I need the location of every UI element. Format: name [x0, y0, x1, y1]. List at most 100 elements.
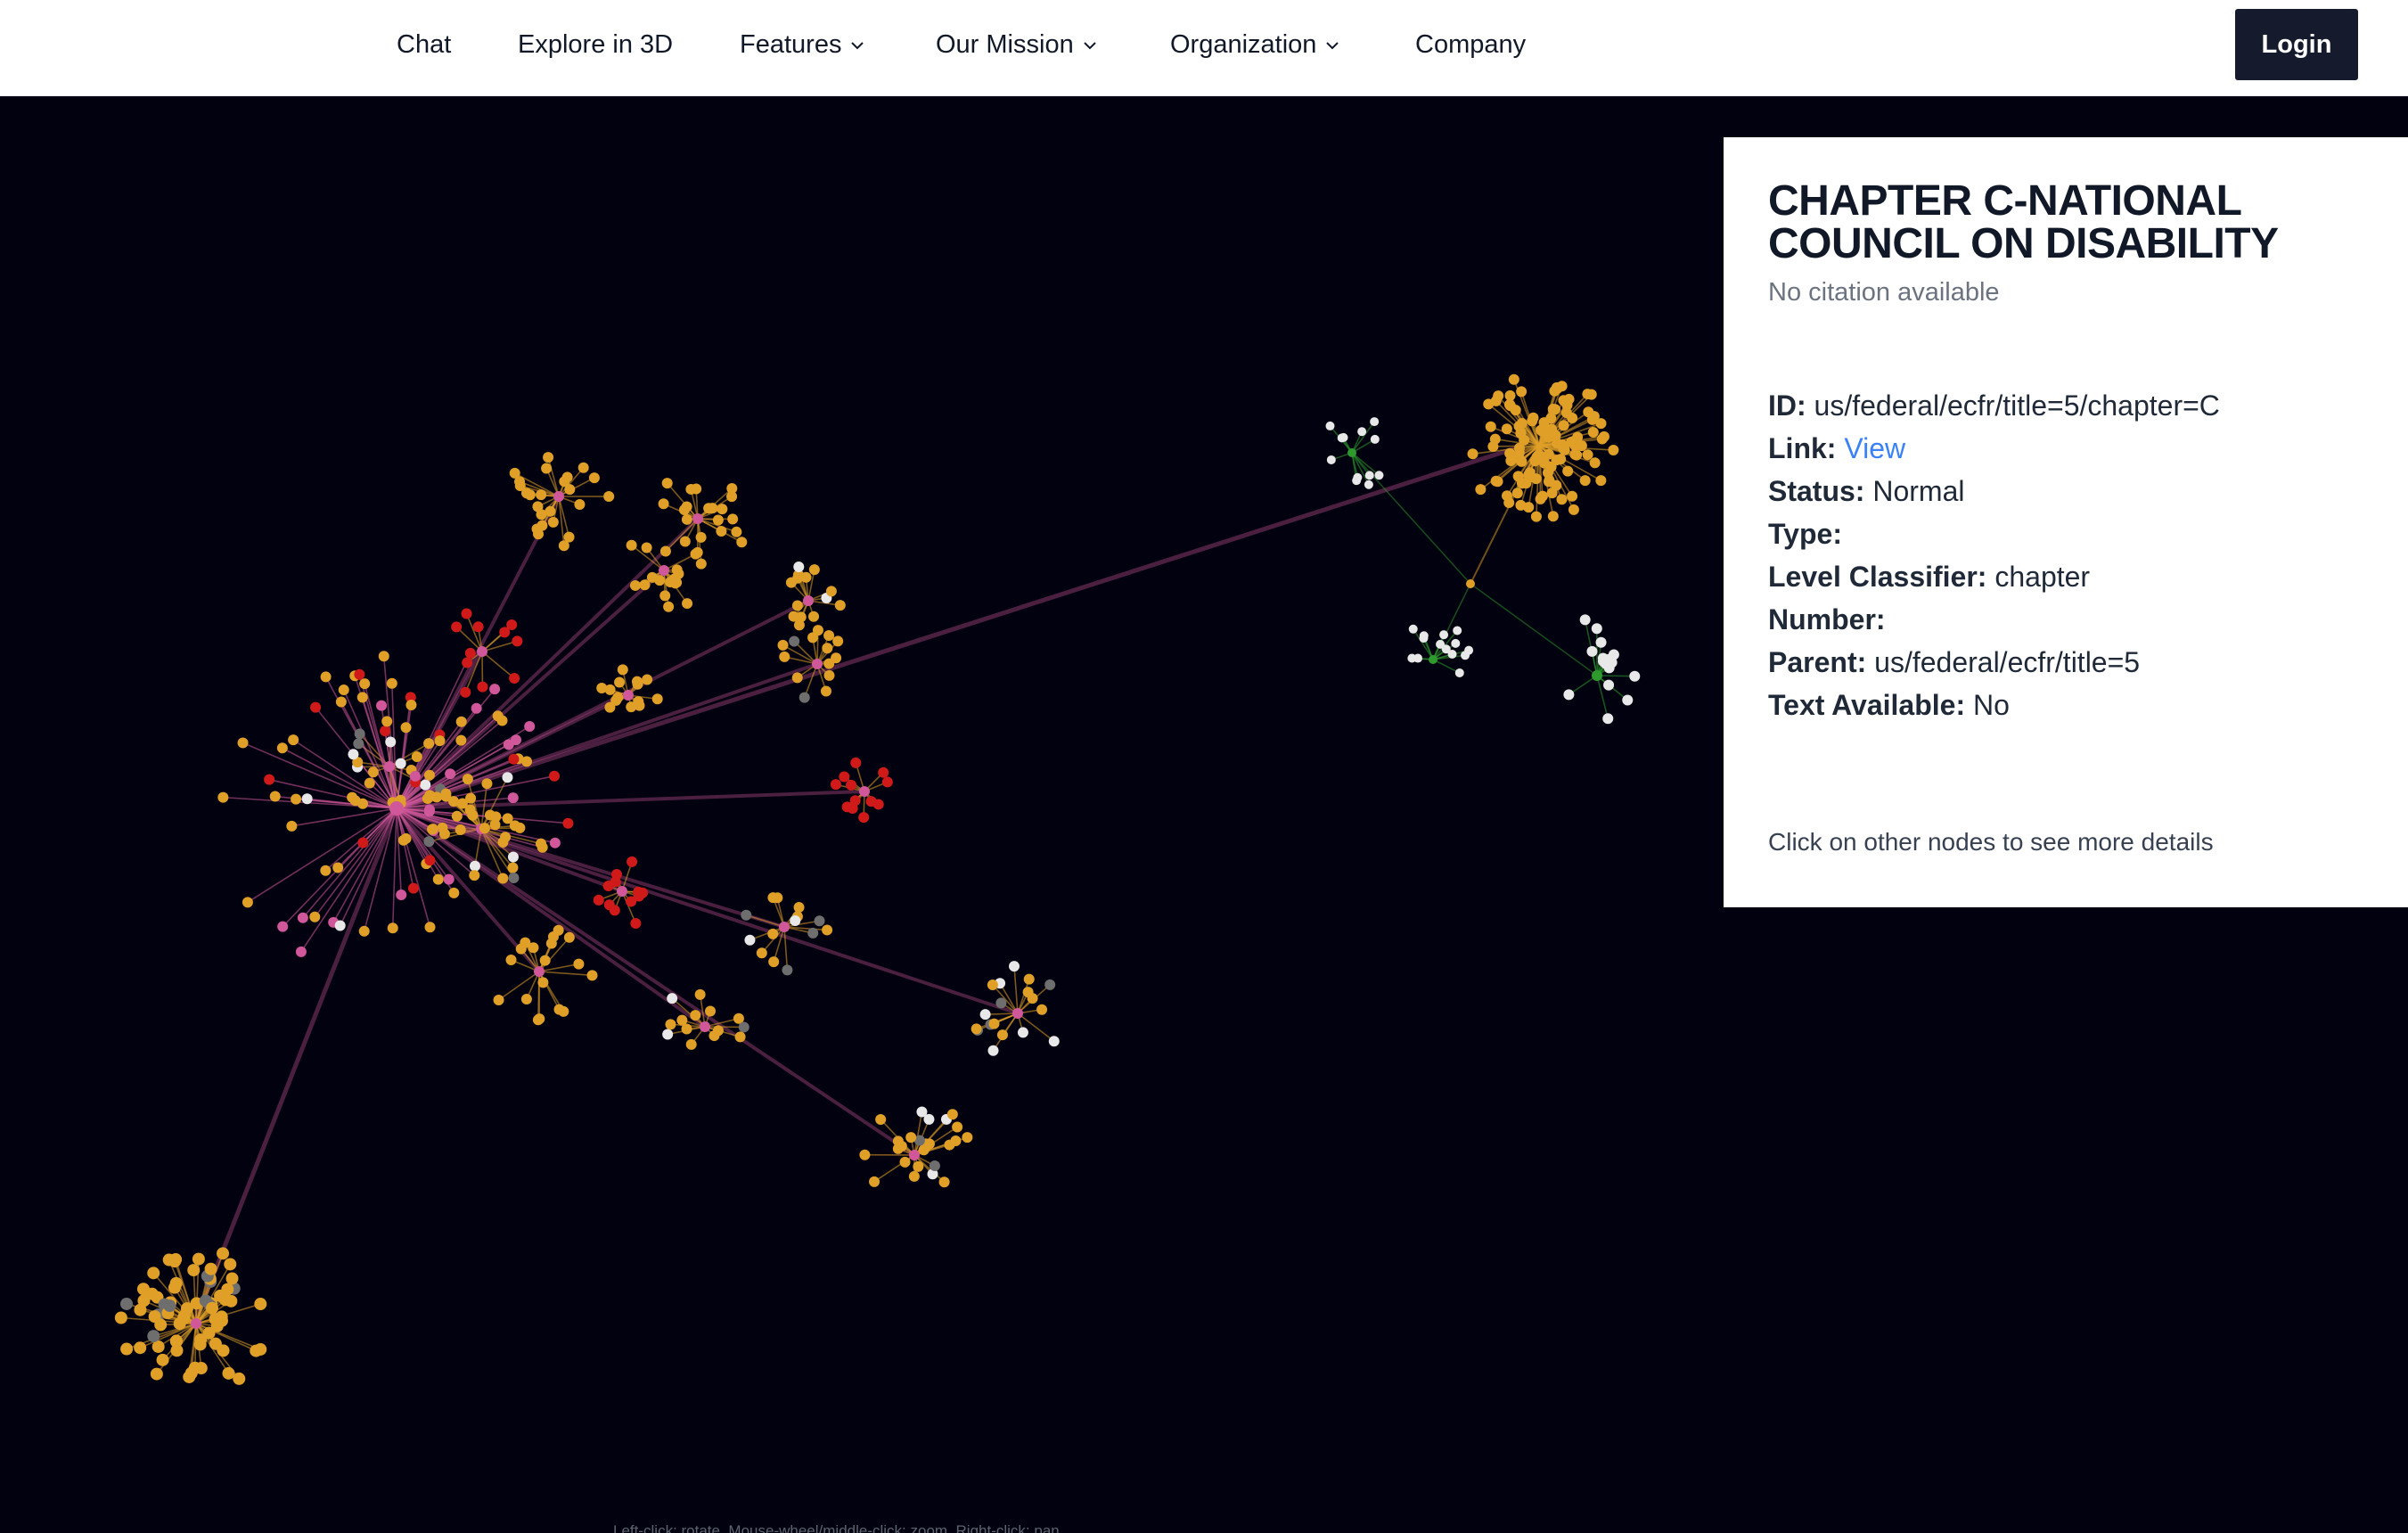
graph-node[interactable] [716, 526, 727, 537]
graph-node[interactable] [823, 669, 835, 681]
graph-node[interactable] [218, 1293, 232, 1307]
graph-node[interactable] [381, 716, 393, 727]
graph-node[interactable] [537, 977, 549, 988]
graph-node[interactable] [1536, 425, 1548, 437]
graph-node[interactable] [462, 657, 473, 668]
graph-node[interactable] [397, 834, 409, 846]
graph-node[interactable] [221, 1283, 234, 1296]
graph-node[interactable] [678, 504, 690, 516]
graph-node[interactable] [295, 946, 307, 957]
graph-node[interactable] [630, 918, 642, 930]
graph-node[interactable] [1454, 668, 1464, 677]
graph-node[interactable] [604, 701, 616, 713]
graph-node[interactable] [1023, 973, 1035, 985]
graph-node[interactable] [472, 621, 484, 633]
graph-node[interactable] [1561, 399, 1573, 411]
graph-node[interactable] [987, 980, 998, 991]
graph-node[interactable] [629, 579, 641, 591]
graph-node[interactable] [358, 925, 370, 937]
graph-node[interactable] [114, 1311, 127, 1324]
graph-node[interactable] [507, 792, 519, 804]
graph-node[interactable] [1595, 636, 1607, 648]
graph-node[interactable] [1012, 1008, 1023, 1019]
graph-node[interactable] [1516, 455, 1528, 467]
graph-node[interactable] [420, 779, 431, 791]
graph-node[interactable] [632, 678, 643, 690]
graph-node[interactable] [514, 822, 526, 833]
graph-node[interactable] [217, 791, 229, 803]
graph-node[interactable] [427, 824, 438, 835]
graph-node[interactable] [477, 681, 488, 693]
graph-node[interactable] [1503, 496, 1515, 508]
graph-node[interactable] [609, 905, 620, 916]
graph-node[interactable] [469, 870, 480, 881]
graph-node[interactable] [1531, 451, 1543, 463]
graph-node[interactable] [528, 942, 539, 954]
graph-node[interactable] [448, 796, 460, 807]
graph-node[interactable] [574, 499, 586, 511]
graph-node[interactable] [430, 791, 442, 803]
graph-node[interactable] [839, 771, 850, 783]
graph-node[interactable] [156, 1353, 169, 1366]
graph-node[interactable] [573, 958, 585, 970]
graph-node[interactable] [785, 577, 797, 588]
graph-node[interactable] [507, 851, 519, 863]
graph-node[interactable] [1515, 427, 1527, 439]
graph-node[interactable] [1009, 961, 1020, 972]
graph-node[interactable] [497, 873, 509, 884]
graph-node[interactable] [791, 600, 803, 611]
graph-node[interactable] [1353, 472, 1363, 482]
graph-node[interactable] [663, 601, 675, 612]
graph-node[interactable] [738, 1021, 749, 1033]
graph-node[interactable] [335, 696, 347, 708]
graph-node[interactable] [205, 1301, 218, 1315]
graph-node[interactable] [695, 531, 707, 543]
graph-node[interactable] [443, 873, 455, 885]
graph-node[interactable] [1545, 413, 1557, 424]
graph-node[interactable] [169, 1334, 183, 1348]
graph-node[interactable] [1439, 630, 1449, 640]
graph-node[interactable] [387, 922, 398, 934]
graph-node[interactable] [276, 742, 288, 754]
graph-node[interactable] [490, 811, 502, 823]
graph-node[interactable] [536, 489, 547, 501]
graph-node[interactable] [1523, 502, 1535, 513]
graph-node[interactable] [736, 537, 748, 548]
graph-node[interactable] [807, 632, 819, 644]
graph-node[interactable] [726, 491, 738, 503]
graph-node[interactable] [1364, 471, 1374, 480]
graph-node[interactable] [662, 1029, 674, 1040]
graph-node[interactable] [1547, 511, 1559, 522]
graph-node[interactable] [520, 993, 532, 1004]
graph-node[interactable] [348, 749, 359, 760]
graph-node[interactable] [1347, 448, 1356, 457]
graph-node[interactable] [659, 590, 671, 602]
graph-node[interactable] [995, 997, 1007, 1009]
graph-node[interactable] [734, 1031, 746, 1043]
graph-node[interactable] [996, 1029, 1008, 1041]
graph-node[interactable] [514, 476, 526, 488]
graph-node[interactable] [1591, 623, 1602, 635]
graph-node[interactable] [286, 820, 298, 832]
graph-node[interactable] [467, 809, 479, 821]
graph-node[interactable] [626, 539, 637, 551]
graph-node[interactable] [665, 577, 676, 588]
graph-node[interactable] [617, 886, 627, 897]
graph-node[interactable] [831, 652, 842, 664]
graph-node[interactable] [169, 1276, 183, 1290]
graph-node[interactable] [849, 795, 861, 807]
graph-node[interactable] [1413, 653, 1423, 663]
nav-features[interactable]: Features [740, 27, 864, 62]
graph-node[interactable] [502, 813, 513, 824]
graph-node[interactable] [707, 503, 718, 514]
graph-node[interactable] [269, 791, 281, 802]
graph-node[interactable] [224, 1258, 237, 1271]
graph-node[interactable] [820, 685, 831, 697]
graph-node[interactable] [808, 611, 820, 622]
graph-node[interactable] [1588, 411, 1600, 422]
graph-node[interactable] [1568, 436, 1579, 447]
graph-node[interactable] [507, 862, 519, 873]
graph-node[interactable] [380, 726, 391, 737]
graph-node[interactable] [685, 1038, 697, 1050]
graph-node[interactable] [825, 586, 837, 597]
